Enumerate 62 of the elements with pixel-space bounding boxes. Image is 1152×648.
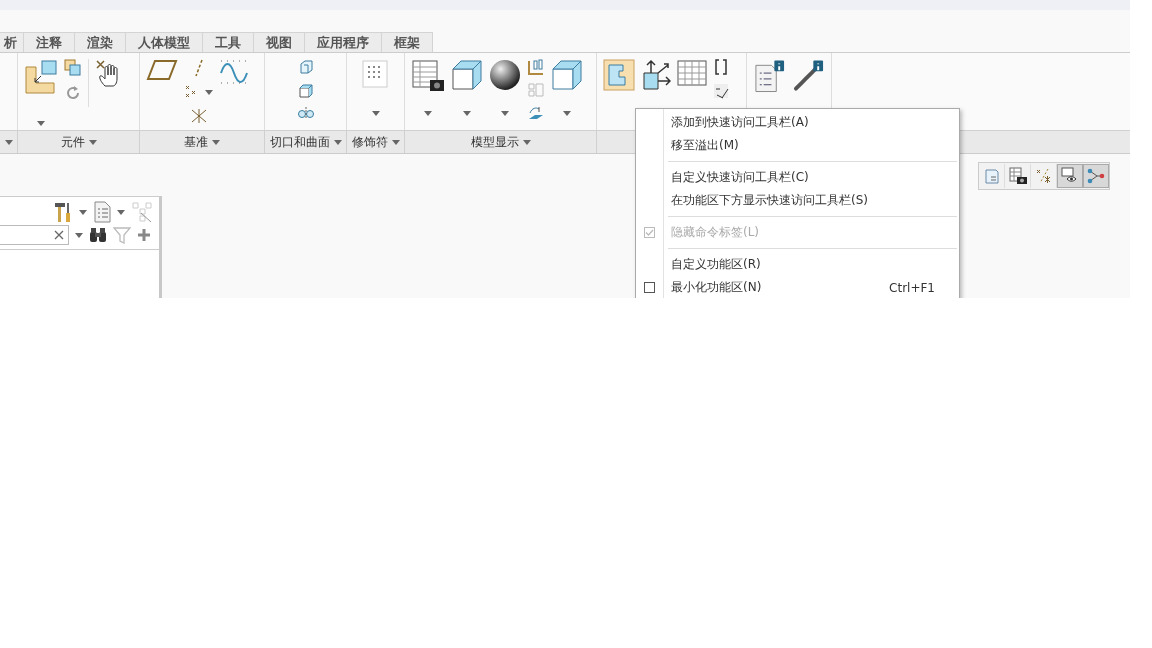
- table-camera-icon[interactable]: [1007, 167, 1028, 185]
- ribbon-tab[interactable]: 渲染: [75, 32, 126, 52]
- node-link-icon[interactable]: [1086, 167, 1106, 185]
- caret-icon[interactable]: [37, 121, 45, 126]
- group-label[interactable]: 修饰符: [351, 133, 388, 151]
- brackets-icon[interactable]: [714, 59, 728, 75]
- caret-icon[interactable]: [75, 232, 83, 238]
- datum-axis-icon[interactable]: [193, 59, 204, 77]
- cosmetic-grid-icon[interactable]: [360, 59, 391, 89]
- ribbon-tab[interactable]: 工具: [203, 32, 254, 52]
- cube-icon[interactable]: [551, 59, 583, 91]
- ribbon-tab[interactable]: 注释: [24, 32, 75, 52]
- ribbon-tab[interactable]: 人体模型: [126, 32, 203, 52]
- sketch-curve-icon[interactable]: [219, 59, 249, 85]
- refresh-icon[interactable]: [65, 85, 81, 101]
- menu-item[interactable]: 自定义功能区(R): [636, 253, 959, 276]
- caret-icon[interactable]: [4, 139, 13, 145]
- table-camera-icon[interactable]: [411, 59, 445, 93]
- add-icon[interactable]: [137, 228, 151, 242]
- menu-item[interactable]: 自定义快速访问工具栏(C): [636, 166, 959, 189]
- caret-icon[interactable]: [463, 111, 471, 116]
- caret-icon[interactable]: [563, 111, 571, 116]
- caret-icon[interactable]: [424, 111, 432, 116]
- checkbox[interactable]: [644, 282, 655, 293]
- caret-icon[interactable]: [205, 89, 213, 95]
- ribbon-tab[interactable]: 应用程序: [305, 32, 382, 52]
- caret-icon[interactable]: [117, 209, 125, 215]
- group-label[interactable]: 元件: [60, 133, 85, 151]
- search-field[interactable]: [0, 225, 69, 245]
- caret-icon[interactable]: [522, 139, 531, 145]
- table-icon[interactable]: [677, 59, 707, 87]
- caret-icon[interactable]: [371, 111, 380, 116]
- ribbon-tab[interactable]: 析: [0, 32, 24, 52]
- menu-item[interactable]: 添加到快速访问工具栏(A): [636, 111, 959, 134]
- info-list-icon[interactable]: [753, 59, 786, 93]
- caret-icon[interactable]: [88, 139, 97, 145]
- ribbon-tab[interactable]: 框架: [382, 32, 433, 52]
- solid-box-icon[interactable]: [297, 83, 314, 99]
- menu-item[interactable]: 移至溢出(M): [636, 134, 959, 157]
- extrude-icon[interactable]: [297, 59, 314, 75]
- sphere-icon[interactable]: [489, 59, 521, 91]
- assembly-bracket-icon[interactable]: [24, 59, 58, 95]
- caret-icon[interactable]: [212, 139, 220, 145]
- hole-icon[interactable]: [296, 107, 315, 119]
- caret-icon[interactable]: [391, 139, 400, 145]
- tools-icon[interactable]: [53, 201, 73, 223]
- group-label[interactable]: 切口和曲面: [269, 133, 330, 151]
- menu-item[interactable]: 最小化功能区(N) Ctrl+F1: [636, 276, 959, 298]
- menu-item[interactable]: 在功能区下方显示快速访问工具栏(S): [636, 189, 959, 212]
- box-axes-icon[interactable]: [641, 59, 671, 91]
- copy-layers-icon[interactable]: [64, 59, 82, 77]
- section-box-icon[interactable]: [451, 59, 483, 91]
- ribbon-tab[interactable]: 视图: [254, 32, 305, 52]
- bars-icon[interactable]: [528, 59, 544, 75]
- binoculars-icon[interactable]: [89, 227, 107, 243]
- group-label[interactable]: 基准: [184, 133, 208, 151]
- datum-plane-icon[interactable]: [146, 59, 178, 81]
- caret-icon[interactable]: [333, 139, 342, 145]
- group-label[interactable]: 模型显示: [470, 133, 519, 151]
- caret-icon[interactable]: [501, 111, 509, 116]
- caret-icon[interactable]: [79, 209, 87, 215]
- clear-icon[interactable]: [54, 230, 64, 240]
